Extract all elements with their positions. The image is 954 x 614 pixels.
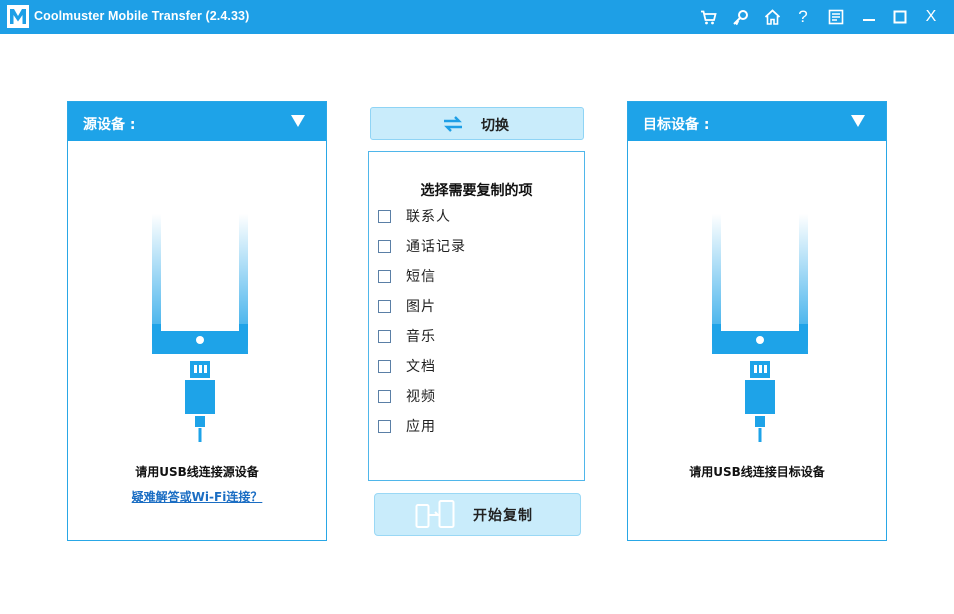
target-panel-title: 目标设备 : xyxy=(643,117,710,133)
checkbox[interactable] xyxy=(378,269,391,283)
start-copy-button[interactable]: 开始复制 xyxy=(374,493,581,536)
checkbox[interactable] xyxy=(378,329,391,343)
checkbox[interactable] xyxy=(378,359,391,373)
item-label: 应用 xyxy=(406,419,436,435)
usb-phone-icon xyxy=(152,214,248,442)
title-bar: Coolmuster Mobile Transfer (2.4.33) ? X xyxy=(0,0,954,34)
items-title: 选择需要复制的项 xyxy=(420,183,533,199)
window-title: Coolmuster Mobile Transfer (2.4.33) xyxy=(34,9,250,23)
close-icon[interactable]: X xyxy=(921,7,941,27)
checkbox[interactable] xyxy=(378,299,391,313)
item-photos[interactable]: 图片 xyxy=(378,297,436,315)
checkbox[interactable] xyxy=(378,209,391,223)
source-device-panel: 源设备 : 请用USB线连接源设备 疑难解答或Wi-Fi连接？ xyxy=(67,101,327,541)
item-sms[interactable]: 短信 xyxy=(378,267,436,285)
item-videos[interactable]: 视频 xyxy=(378,387,436,405)
item-label: 视频 xyxy=(406,389,436,405)
target-dropdown-arrow-icon[interactable] xyxy=(850,114,866,128)
checkbox[interactable] xyxy=(378,239,391,253)
usb-phone-icon xyxy=(712,214,808,442)
item-label: 音乐 xyxy=(406,329,436,345)
item-apps[interactable]: 应用 xyxy=(378,417,436,435)
key-icon[interactable] xyxy=(730,7,750,27)
source-panel-title: 源设备 : xyxy=(83,117,136,133)
switch-button[interactable]: 切换 xyxy=(370,107,584,140)
app-logo-icon xyxy=(7,5,29,28)
source-dropdown-arrow-icon[interactable] xyxy=(290,114,306,128)
home-icon[interactable] xyxy=(762,7,782,27)
item-music[interactable]: 音乐 xyxy=(378,327,436,345)
source-connect-hint: 请用USB线连接源设备 xyxy=(135,465,259,479)
minimize-icon[interactable] xyxy=(859,7,879,27)
target-connect-hint: 请用USB线连接目标设备 xyxy=(689,465,825,479)
item-label: 短信 xyxy=(406,269,436,285)
target-device-panel: 目标设备 : 请用USB线连接目标设备 xyxy=(627,101,887,541)
help-label: ? xyxy=(798,7,808,26)
swap-arrows-icon xyxy=(444,116,462,132)
start-copy-label: 开始复制 xyxy=(473,508,533,524)
source-panel-header: 源设备 : xyxy=(68,102,326,141)
target-panel-header: 目标设备 : xyxy=(628,102,886,141)
item-call-log[interactable]: 通话记录 xyxy=(378,237,466,255)
close-label: X xyxy=(925,8,937,25)
item-contacts[interactable]: 联系人 xyxy=(378,207,451,225)
checkbox[interactable] xyxy=(378,419,391,433)
item-documents[interactable]: 文档 xyxy=(378,357,436,375)
item-label: 联系人 xyxy=(406,209,451,225)
troubleshoot-wifi-link[interactable]: 疑难解答或Wi-Fi连接？ xyxy=(68,488,326,505)
item-label: 图片 xyxy=(406,299,436,315)
help-icon[interactable]: ? xyxy=(793,7,813,27)
item-label: 通话记录 xyxy=(406,239,466,255)
feedback-icon[interactable] xyxy=(826,7,846,27)
switch-label: 切换 xyxy=(481,118,509,134)
cart-icon[interactable] xyxy=(698,7,718,27)
item-selection-box: 选择需要复制的项 联系人 通话记录 短信 图片 音乐 文档 视频 应用 xyxy=(368,151,585,481)
maximize-icon[interactable] xyxy=(890,7,910,27)
checkbox[interactable] xyxy=(378,389,391,403)
transfer-phones-icon xyxy=(415,500,455,528)
item-label: 文档 xyxy=(406,359,436,375)
